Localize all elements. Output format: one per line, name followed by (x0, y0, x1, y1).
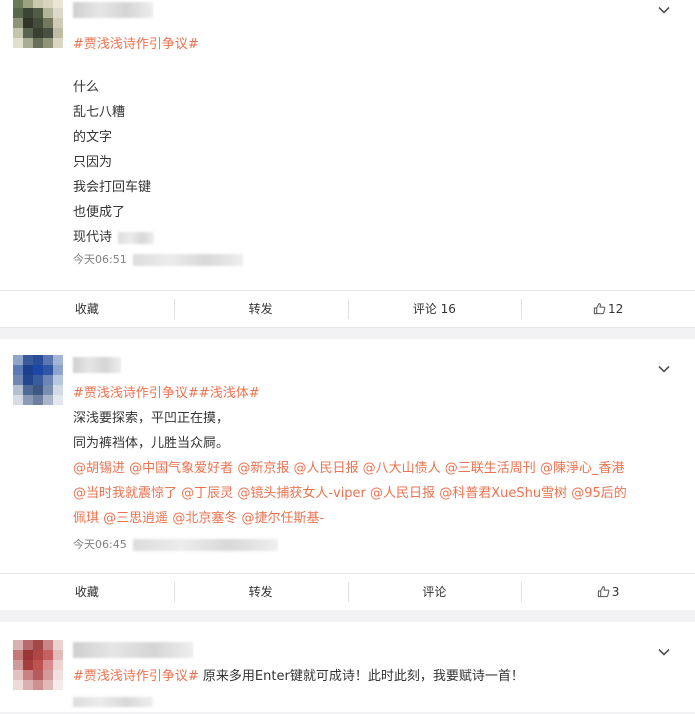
mention-link[interactable]: @三思逍遥 (103, 511, 168, 526)
mentions-line: 佩琪 @三思逍遥 @北京塞冬 @捷尔任斯基- (73, 506, 627, 531)
poem-line: 的文字 (73, 130, 113, 145)
thumbs-up-icon (597, 585, 610, 598)
topic-link[interactable]: #贾浅浅诗作引争议# (73, 386, 199, 401)
collect-button[interactable]: 收藏 (0, 298, 174, 320)
poem-line: 什么 (73, 80, 100, 95)
post-menu-chevron[interactable] (657, 3, 671, 17)
mention-link[interactable]: @北京塞冬 (172, 511, 237, 526)
thumbs-up-icon (593, 302, 606, 315)
mention-link-continued[interactable]: 佩琪 (73, 511, 99, 526)
post-body: #贾浅浅诗作引争议# 什么 乱七八糟 的文字 只因为 我会打回车键 也便成了 现… (73, 32, 199, 250)
comment-button[interactable]: 评论 16 (347, 298, 522, 320)
post-menu-chevron[interactable] (657, 645, 671, 659)
blurred-text (73, 696, 153, 707)
weibo-post-3: #贾浅浅诗作引争议# 原来多用Enter键就可成诗！此时此刻，我要赋诗一首！ (0, 622, 695, 712)
avatar[interactable] (13, 0, 63, 48)
mention-link[interactable]: @胡锡进 (73, 461, 125, 476)
mentions-line: @胡锡进 @中国气象爱好者 @新京报 @人民日报 @八大山债人 @三联生活周刊 … (73, 456, 627, 481)
username-blurred[interactable] (73, 2, 153, 18)
post-meta: 今天06:51 (73, 251, 243, 267)
chevron-down-icon (657, 362, 671, 376)
mention-link[interactable]: @捷尔任斯基- (241, 511, 324, 526)
mention-link[interactable]: @丁辰灵 (181, 486, 233, 501)
post-body: #贾浅浅诗作引争议# 原来多用Enter键就可成诗！此时此刻，我要赋诗一首！ (73, 664, 524, 714)
topic-link[interactable]: #贾浅浅诗作引争议# (73, 669, 199, 684)
mention-link[interactable]: @镜头捕获女人-viper (237, 486, 366, 501)
poem-line: 乱七八糟 (73, 105, 126, 120)
poem-line: 只因为 (73, 155, 113, 170)
post-source-blurred (132, 539, 278, 551)
username-blurred[interactable] (73, 642, 193, 658)
repost-button[interactable]: 转发 (173, 581, 348, 603)
like-count: 3 (611, 585, 620, 599)
repost-label: 转发 (248, 585, 273, 599)
avatar[interactable] (13, 355, 63, 405)
poem-line: 深浅要探索，平凹正在摸， (73, 411, 230, 426)
post-body: #贾浅浅诗作引争议##浅浅体# 深浅要探索，平凹正在摸， 同为裤裆体，儿胜当众屙… (73, 381, 627, 531)
topic-link[interactable]: #贾浅浅诗作引争议# (73, 37, 199, 52)
collect-button[interactable]: 收藏 (0, 581, 174, 603)
action-bar: 收藏 转发 评论 16 12 (0, 290, 695, 327)
chevron-down-icon (657, 645, 671, 659)
topic-link[interactable]: #浅浅体# (199, 386, 260, 401)
mentions-line: @当时我就震惊了 @丁辰灵 @镜头捕获女人-viper @人民日报 @科普君Xu… (73, 481, 627, 506)
post-time[interactable]: 今天06:45 (73, 538, 127, 551)
blurred-text (118, 231, 155, 244)
mention-link[interactable]: @八大山债人 (363, 461, 441, 476)
comment-label: 评论 (422, 585, 447, 599)
action-bar: 收藏 转发 评论 3 (0, 573, 695, 610)
mention-link[interactable]: @中国气象爱好者 (129, 461, 233, 476)
like-count: 12 (607, 302, 624, 316)
collect-label: 收藏 (74, 302, 99, 316)
username-blurred[interactable] (73, 357, 121, 373)
post-menu-chevron[interactable] (657, 362, 671, 376)
repost-button[interactable]: 转发 (173, 298, 348, 320)
comment-button[interactable]: 评论 (347, 581, 522, 603)
mention-link[interactable]: @人民日报 (370, 486, 435, 501)
mention-link[interactable]: @人民日报 (293, 461, 358, 476)
post-source-blurred (132, 254, 243, 266)
mention-link[interactable]: @当时我就震惊了 (73, 486, 177, 501)
poem-line: 我会打回车键 (73, 180, 152, 195)
mention-link[interactable]: @95后的 (571, 486, 627, 501)
poem-line: 同为裤裆体，儿胜当众屙。 (73, 436, 230, 451)
mention-link[interactable]: @科普君XueShu雪树 (439, 486, 567, 501)
weibo-post-1: #贾浅浅诗作引争议# 什么 乱七八糟 的文字 只因为 我会打回车键 也便成了 现… (0, 0, 695, 328)
like-button[interactable]: 12 (521, 298, 695, 320)
mention-link[interactable]: @三联生活周刊 (445, 461, 536, 476)
mention-link[interactable]: @陳淨心_香港 (540, 461, 625, 476)
chevron-down-icon (657, 3, 671, 17)
post-text: 原来多用Enter键就可成诗！此时此刻，我要赋诗一首！ (198, 669, 524, 684)
weibo-post-2: #贾浅浅诗作引争议##浅浅体# 深浅要探索，平凹正在摸， 同为裤裆体，儿胜当众屙… (0, 339, 695, 610)
post-meta: 今天06:45 (73, 536, 278, 552)
collect-label: 收藏 (74, 585, 99, 599)
poem-line: 也便成了 (73, 205, 126, 220)
comment-label: 评论 16 (412, 302, 456, 316)
like-button[interactable]: 3 (521, 581, 695, 603)
repost-label: 转发 (248, 302, 273, 316)
avatar[interactable] (13, 640, 63, 690)
poem-line: 现代诗 (73, 230, 113, 245)
mention-link[interactable]: @新京报 (237, 461, 289, 476)
post-time[interactable]: 今天06:51 (73, 253, 127, 266)
